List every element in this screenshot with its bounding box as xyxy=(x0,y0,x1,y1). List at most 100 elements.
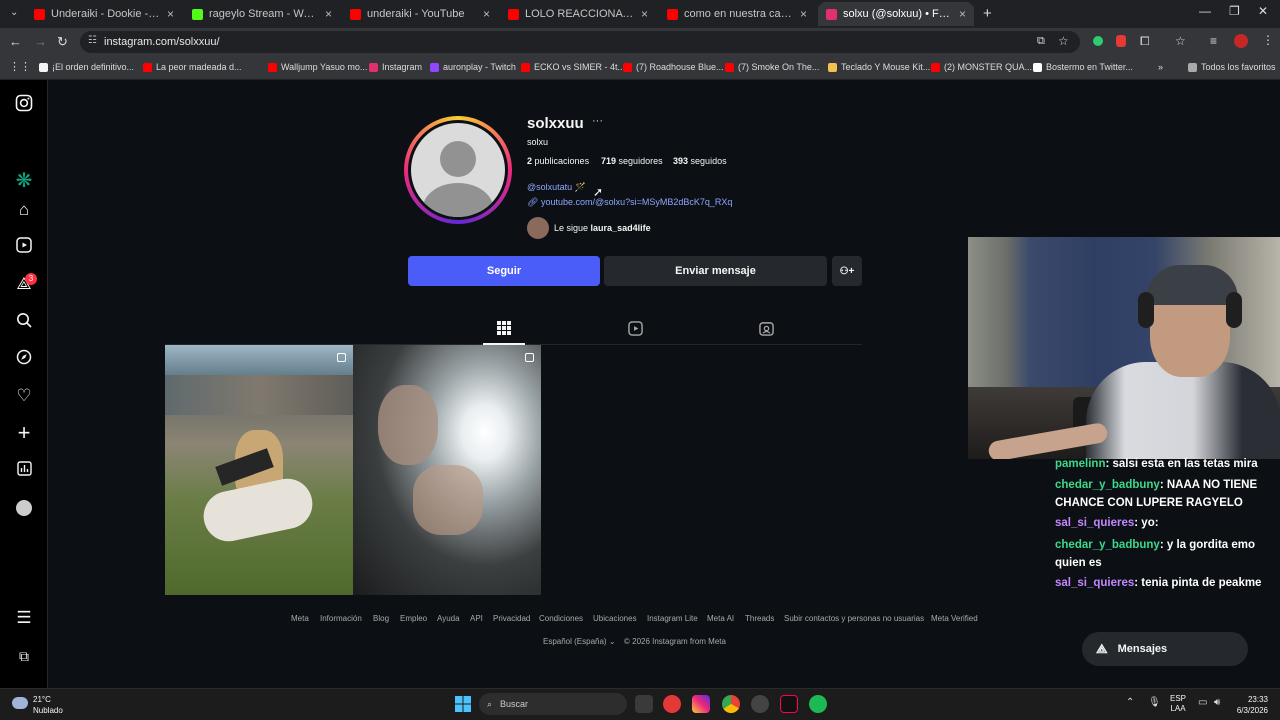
footer-link[interactable]: Threads xyxy=(745,614,774,623)
footer-link[interactable]: Ubicaciones xyxy=(593,614,637,623)
browser-tab[interactable]: como en nuestra casa - YouTub × xyxy=(659,2,815,26)
tray-chevron-icon[interactable]: ⌃ xyxy=(1126,697,1134,708)
bio-handle[interactable]: @solxutatu 🪄 xyxy=(527,182,586,193)
extension-red-icon[interactable] xyxy=(1116,35,1126,47)
bookmark-item[interactable]: Walljump Yasuo mo... xyxy=(268,60,367,74)
notifications-icon[interactable]: ♡ xyxy=(14,386,34,406)
menu-icon[interactable]: ☰ xyxy=(14,608,34,628)
footer-link[interactable]: Condiciones xyxy=(539,614,583,623)
footer-link[interactable]: Subir contactos y personas no usuarias xyxy=(784,614,924,623)
task-view-icon[interactable] xyxy=(635,695,653,713)
browser-tab[interactable]: solxu (@solxuu) • Fotos y víde × xyxy=(818,2,974,26)
network-icon[interactable]: ▭ xyxy=(1198,697,1207,708)
bookmark-item[interactable]: (7) Smoke On The... xyxy=(725,60,819,74)
forward-icon[interactable]: → xyxy=(34,34,47,49)
profile-icon[interactable] xyxy=(16,500,32,516)
volume-icon[interactable]: 🔊︎ xyxy=(1214,697,1220,708)
reels-tab-icon[interactable] xyxy=(627,321,643,337)
follower-avatar[interactable] xyxy=(527,217,549,239)
footer-link[interactable]: Privacidad xyxy=(493,614,530,623)
bookmark-item[interactable]: Bostermo en Twitter... xyxy=(1033,60,1133,74)
site-info-icon[interactable]: ☷ xyxy=(88,35,97,46)
avatar[interactable] xyxy=(411,123,505,217)
browser-tab[interactable]: underaiki - YouTube × xyxy=(342,2,498,26)
windows-start-icon[interactable] xyxy=(455,696,471,712)
footer-link[interactable]: Meta xyxy=(291,614,309,623)
bookmark-item[interactable]: (2) MONSTER QUA... xyxy=(931,60,1032,74)
close-window-icon[interactable]: ✕ xyxy=(1258,4,1268,18)
clock[interactable]: 23:33 6/3/2026 xyxy=(1230,694,1268,716)
close-tab-icon[interactable]: × xyxy=(641,7,648,21)
grid-icon[interactable] xyxy=(496,321,512,337)
explore-icon[interactable] xyxy=(14,349,34,369)
send-message-button[interactable]: Enviar mensaje xyxy=(604,256,827,286)
browser-tab[interactable]: rageylo Stream - Watch Live on × xyxy=(184,2,340,26)
install-app-icon[interactable]: ⧉ xyxy=(1037,35,1045,48)
footer-link[interactable]: Meta AI xyxy=(707,614,734,623)
apps-icon[interactable]: ⋮⋮ xyxy=(9,60,31,73)
tagged-icon[interactable] xyxy=(758,321,774,337)
messages-button[interactable]: ⟁ Mensajes xyxy=(1082,632,1248,666)
media-icon[interactable]: ≡ xyxy=(1210,34,1217,48)
followers-stat[interactable]: 719 seguidores xyxy=(601,156,663,166)
mic-icon[interactable]: 🎙︎ xyxy=(1148,697,1161,708)
footer-link[interactable]: Blog xyxy=(373,614,389,623)
bookmark-item[interactable]: Teclado Y Mouse Kit... xyxy=(828,60,930,74)
followed-by[interactable]: Le sigue laura_sad4life xyxy=(554,223,651,233)
address-bar[interactable]: ☷ instagram.com/solxxuu/ xyxy=(80,31,1080,53)
close-tab-icon[interactable]: × xyxy=(959,7,966,21)
language-selector[interactable]: Español (España) ⌄ xyxy=(543,637,616,646)
minimize-icon[interactable]: — xyxy=(1199,4,1211,18)
tiktok-icon[interactable] xyxy=(780,695,798,713)
back-icon[interactable]: ← xyxy=(9,34,22,49)
following-stat[interactable]: 393 seguidos xyxy=(673,156,727,166)
reels-icon[interactable] xyxy=(14,237,34,257)
tab-search-icon[interactable]: ⌄ xyxy=(10,7,18,18)
bookmarks-more-icon[interactable]: » xyxy=(1158,60,1163,74)
bookmark-item[interactable]: ECKO vs SIMER - 4t... xyxy=(521,60,625,74)
weather-widget[interactable]: 21°C Nublado xyxy=(33,694,63,716)
browser-tab[interactable]: Underaiki - Dookie - YouTube × xyxy=(26,2,182,26)
instagram-taskbar-icon[interactable] xyxy=(692,695,710,713)
favorites-icon[interactable]: ☆ xyxy=(1175,34,1186,48)
language-indicator[interactable]: ESP LAA xyxy=(1170,694,1186,714)
obs-icon[interactable] xyxy=(751,695,769,713)
extensions-icon[interactable]: ⧠ xyxy=(1140,34,1150,49)
reload-icon[interactable]: ↻ xyxy=(57,34,68,50)
browser-tab[interactable]: LOLO REACCIONA AL NUEVO E × xyxy=(500,2,656,26)
close-tab-icon[interactable]: × xyxy=(800,7,807,21)
footer-link[interactable]: Información xyxy=(320,614,362,623)
bookmark-item[interactable]: ¡El orden definitivo... xyxy=(39,60,134,74)
profile-avatar[interactable] xyxy=(1234,34,1248,48)
footer-link[interactable]: Meta Verified xyxy=(931,614,978,623)
search-icon[interactable] xyxy=(14,312,34,332)
chrome-icon[interactable] xyxy=(722,695,740,713)
dashboard-icon[interactable] xyxy=(14,461,34,481)
meta-icon[interactable]: ⧉ xyxy=(14,646,34,666)
extension-green-icon[interactable] xyxy=(1093,36,1103,46)
profile-options-icon[interactable]: ··· xyxy=(592,115,603,127)
chatgpt-icon[interactable]: ❋ xyxy=(14,171,34,191)
new-tab-button[interactable]: + xyxy=(983,5,992,22)
footer-link[interactable]: API xyxy=(470,614,483,623)
add-user-icon[interactable]: ⚇+ xyxy=(832,256,862,286)
post-thumbnail[interactable] xyxy=(165,345,353,595)
instagram-icon[interactable] xyxy=(14,94,34,114)
browser-menu-icon[interactable]: ⋮ xyxy=(1262,33,1274,47)
close-tab-icon[interactable]: × xyxy=(167,7,174,21)
close-tab-icon[interactable]: × xyxy=(483,7,490,21)
taskbar-search[interactable]: ⌕ Buscar xyxy=(479,693,627,715)
home-icon[interactable]: ⌂ xyxy=(14,200,34,220)
all-favorites-folder[interactable]: Todos los favoritos xyxy=(1188,60,1276,74)
weather-icon[interactable] xyxy=(12,697,28,709)
bookmark-item[interactable]: Instagram xyxy=(369,60,422,74)
close-tab-icon[interactable]: × xyxy=(325,7,332,21)
bookmark-item[interactable]: La peor madeada d... xyxy=(143,60,242,74)
footer-link[interactable]: Empleo xyxy=(400,614,427,623)
bookmark-item[interactable]: (7) Roadhouse Blue... xyxy=(623,60,724,74)
create-icon[interactable]: + xyxy=(14,422,34,444)
footer-link[interactable]: Instagram Lite xyxy=(647,614,698,623)
post-thumbnail[interactable] xyxy=(353,345,541,595)
app-red-icon[interactable] xyxy=(663,695,681,713)
profile-link[interactable]: 🔗︎ youtube.com/@solxu?si=MSyMB2dBcK7q_RX… xyxy=(527,197,732,208)
